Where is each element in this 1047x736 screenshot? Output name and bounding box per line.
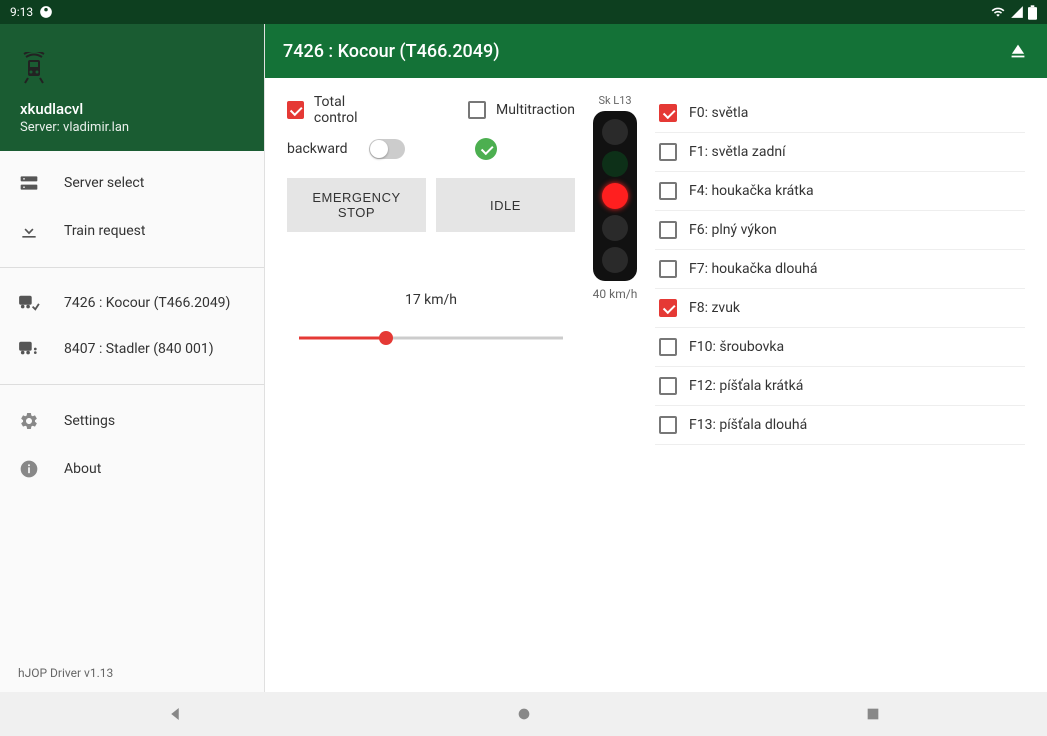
drawer-header: xkudlacvl Server: vladimir.lan <box>0 24 264 151</box>
nav-item-label: 7426 : Kocour (T466.2049) <box>64 295 230 311</box>
signal-icon <box>1010 5 1024 19</box>
idle-button[interactable]: IDLE <box>436 178 575 232</box>
gear-icon <box>18 411 40 431</box>
function-item[interactable]: F8: zvuk <box>655 289 1025 328</box>
checkbox-label: Total control <box>314 94 386 126</box>
signal-indicator: Sk L13 40 km/h <box>587 94 643 676</box>
checkbox-box <box>659 104 677 122</box>
nav-train-1[interactable]: 8407 : Stadler (840 001) <box>0 326 264 372</box>
navigation-drawer: xkudlacvl Server: vladimir.lan Server se… <box>0 24 265 692</box>
nav-item-label: Server select <box>64 175 144 191</box>
signal-max-speed: 40 km/h <box>593 287 638 301</box>
function-label: F0: světla <box>689 105 748 121</box>
control-panel: Total control Multitraction backward E <box>287 94 575 676</box>
train-active-icon <box>18 294 40 312</box>
divider <box>0 267 264 268</box>
checkbox-box <box>659 338 677 356</box>
function-item[interactable]: F7: houkačka dlouhá <box>655 250 1025 289</box>
checkbox-box <box>659 416 677 434</box>
signal-label: Sk L13 <box>598 94 631 107</box>
info-icon <box>18 459 40 479</box>
signal-lamp <box>602 183 628 209</box>
android-status-bar: 9:13 <box>0 0 1047 24</box>
function-list: F0: světla F1: světla zadní F4: houkačka k… <box>655 94 1025 676</box>
nav-about[interactable]: About <box>0 445 264 493</box>
recent-apps-button[interactable] <box>843 706 903 722</box>
function-label: F8: zvuk <box>689 300 740 316</box>
wifi-icon <box>990 5 1006 19</box>
download-icon <box>18 221 40 241</box>
server-label: Server: vladimir.lan <box>20 120 244 135</box>
checkbox-box <box>659 143 677 161</box>
back-button[interactable] <box>145 705 205 723</box>
signal-lamp <box>602 119 628 145</box>
nav-settings[interactable]: Settings <box>0 397 264 445</box>
checkbox-box <box>659 377 677 395</box>
slider-thumb <box>379 331 393 345</box>
home-button[interactable] <box>494 706 554 722</box>
page-title: 7426 : Kocour (T466.2049) <box>283 41 1007 62</box>
username-label: xkudlacvl <box>20 100 244 118</box>
function-item[interactable]: F6: plný výkon <box>655 211 1025 250</box>
signal-lamp <box>602 151 628 177</box>
divider <box>0 384 264 385</box>
function-label: F1: světla zadní <box>689 144 786 160</box>
function-label: F12: píšťala krátká <box>689 378 803 394</box>
nav-train-0[interactable]: 7426 : Kocour (T466.2049) <box>0 280 264 326</box>
battery-icon <box>1028 5 1037 20</box>
function-item[interactable]: F12: píšťala krátká <box>655 367 1025 406</box>
checkbox-label: Multitraction <box>496 102 575 118</box>
status-time: 9:13 <box>10 5 33 19</box>
function-item[interactable]: F1: světla zadní <box>655 133 1025 172</box>
function-item[interactable]: F10: šroubovka <box>655 328 1025 367</box>
nav-item-label: Settings <box>64 413 115 429</box>
function-label: F4: houkačka krátka <box>689 183 814 199</box>
nav-item-label: 8407 : Stadler (840 001) <box>64 341 214 357</box>
checkbox-box <box>659 299 677 317</box>
main-panel: 7426 : Kocour (T466.2049) Total control … <box>265 24 1047 692</box>
app-version: hJOP Driver v1.13 <box>0 654 264 692</box>
notification-icon <box>39 5 53 19</box>
checkbox-box <box>659 260 677 278</box>
server-icon <box>18 173 40 193</box>
direction-ok-icon <box>475 138 497 160</box>
total-control-checkbox[interactable]: Total control <box>287 94 386 126</box>
backward-switch[interactable] <box>369 139 405 159</box>
nav-item-label: About <box>64 461 101 477</box>
checkbox-box <box>287 101 304 119</box>
train-icon <box>18 340 40 358</box>
checkbox-box <box>468 101 486 119</box>
checkbox-box <box>659 221 677 239</box>
signal-lamp <box>602 215 628 241</box>
function-item[interactable]: F4: houkačka krátka <box>655 172 1025 211</box>
function-label: F13: píšťala dlouhá <box>689 417 807 433</box>
function-label: F7: houkačka dlouhá <box>689 261 817 277</box>
speed-readout: 17 km/h <box>287 292 575 308</box>
emergency-stop-button[interactable]: EMERGENCY STOP <box>287 178 426 232</box>
backward-label: backward <box>287 141 357 157</box>
function-label: F6: plný výkon <box>689 222 777 238</box>
checkbox-box <box>659 182 677 200</box>
nav-train-request[interactable]: Train request <box>0 207 264 255</box>
multitraction-checkbox[interactable]: Multitraction <box>468 101 575 119</box>
nav-item-label: Train request <box>64 223 145 239</box>
signal-lamp <box>602 247 628 273</box>
app-logo <box>20 52 244 84</box>
signal-lights <box>593 111 637 281</box>
function-item[interactable]: F0: světla <box>655 94 1025 133</box>
android-nav-bar <box>0 692 1047 736</box>
speed-slider[interactable] <box>299 326 563 350</box>
function-label: F10: šroubovka <box>689 339 784 355</box>
slider-fill <box>299 337 386 340</box>
nav-server-select[interactable]: Server select <box>0 159 264 207</box>
function-item[interactable]: F13: píšťala dlouhá <box>655 406 1025 445</box>
app-bar: 7426 : Kocour (T466.2049) <box>265 24 1047 78</box>
switch-thumb <box>370 140 388 158</box>
eject-icon[interactable] <box>1007 40 1029 62</box>
